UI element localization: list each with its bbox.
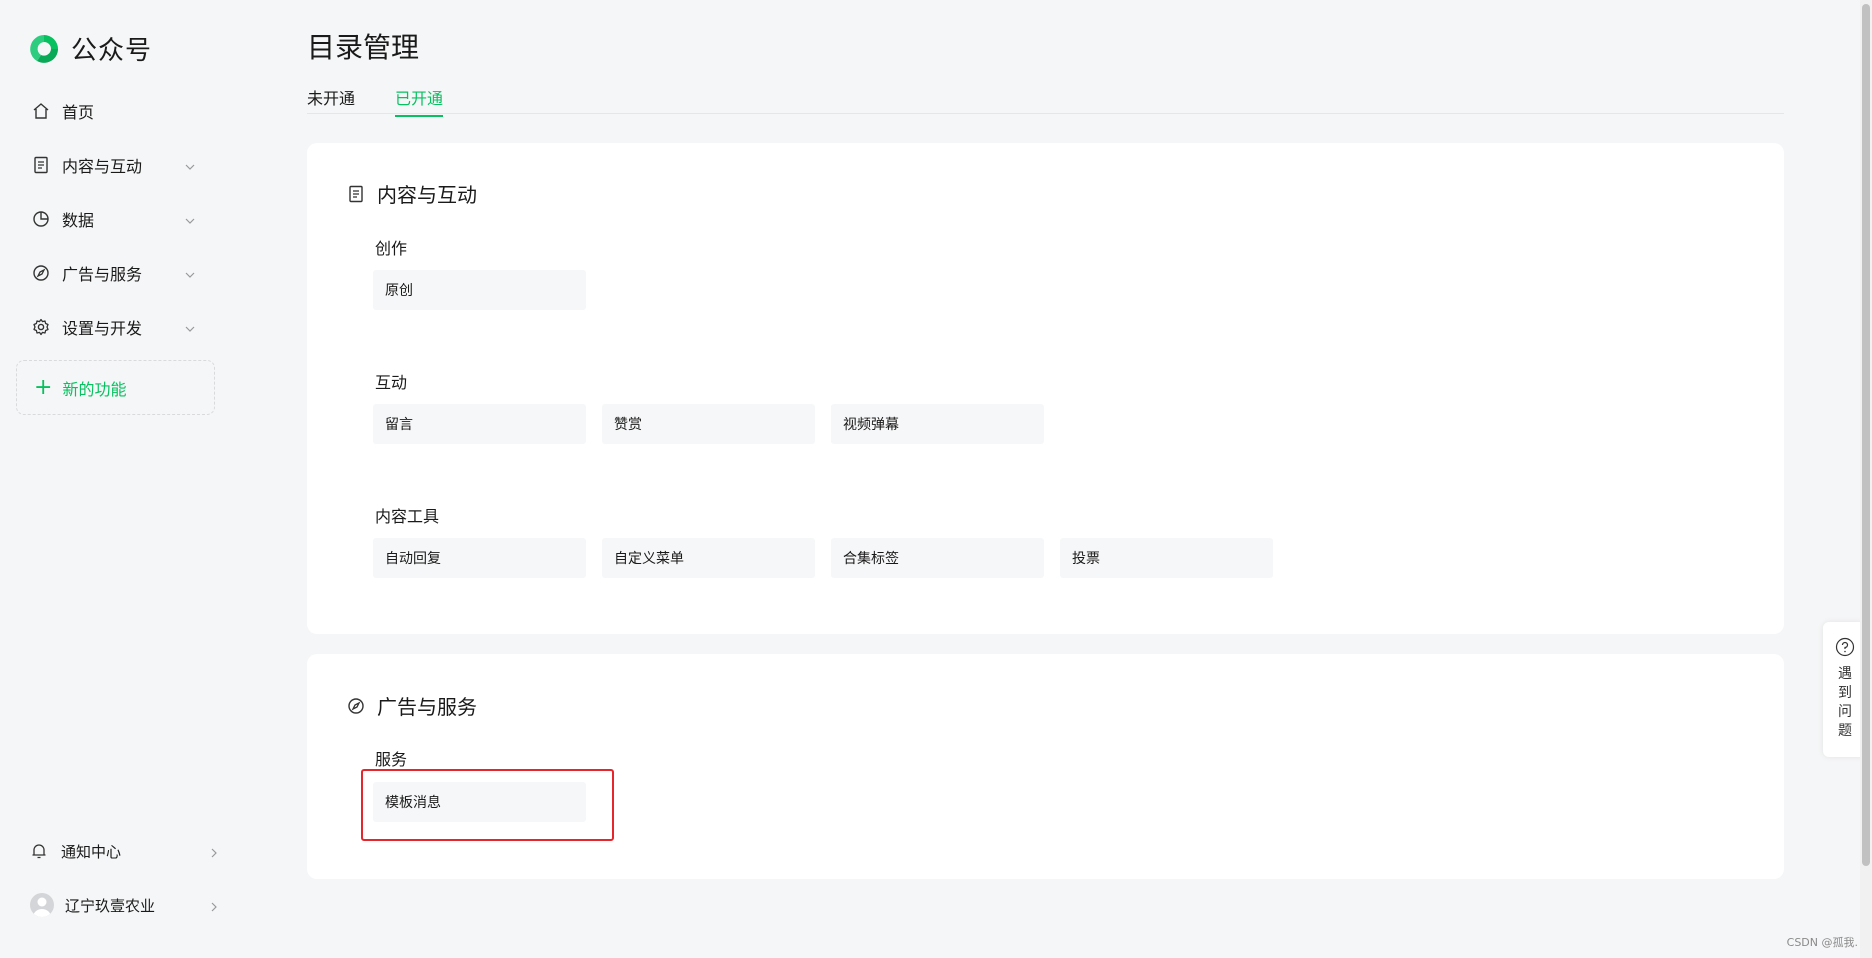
section-title-label: 内容与互动 [377,183,477,207]
chevron-down-icon [184,320,196,332]
feature-original[interactable]: 原创 [373,270,586,310]
app-name: 公众号 [71,36,153,66]
highlight-annotation [361,769,614,841]
chevron-down-icon [184,158,196,170]
document-icon [32,156,50,174]
sidebar-item-settings[interactable]: 设置与开发 [16,300,216,354]
chevron-right-icon [208,845,220,858]
group-title: 服务 [375,750,408,769]
chevron-down-icon [184,212,196,224]
feature-auto-reply[interactable]: 自动回复 [373,538,586,578]
feature-collection-tags[interactable]: 合集标签 [831,538,1044,578]
notification-center-label: 通知中心 [61,842,122,861]
sidebar-item-content[interactable]: 内容与互动 [16,138,216,192]
sidebar-item-data[interactable]: 数据 [16,192,216,246]
section-title: 广告与服务 [347,691,477,720]
notification-center-link[interactable]: 通知中心 [16,831,230,871]
feature-custom-menu[interactable]: 自定义菜单 [602,538,815,578]
feature-rewards[interactable]: 赞赏 [602,404,815,444]
gear-icon [32,318,50,336]
compass-icon [347,697,365,715]
account-name: 辽宁玖壹农业 [65,896,156,915]
scrollbar-thumb[interactable] [1862,4,1870,866]
page-title: 目录管理 [307,31,420,64]
watermark: CSDN @孤我. [1786,936,1858,949]
chevron-down-icon [184,266,196,278]
sidebar-item-label: 内容与互动 [62,157,143,176]
new-feature-label: 新的功能 [62,379,127,399]
sidebar-item-ads-services[interactable]: 广告与服务 [16,246,216,300]
section-card-ads-services: 广告与服务 服务 模板消息 [307,654,1784,879]
group-title: 互动 [375,373,408,392]
wechat-official-logo-icon [27,32,61,66]
scrollbar[interactable] [1860,0,1872,958]
document-icon [347,185,365,203]
pie-chart-icon [32,210,50,228]
bell-icon [30,842,48,860]
compass-icon [32,264,50,282]
sidebar-item-label: 设置与开发 [62,319,143,338]
group-title: 创作 [375,239,408,258]
section-title: 内容与互动 [347,179,477,208]
sidebar-item-label: 数据 [62,211,95,230]
section-title-label: 广告与服务 [377,695,477,719]
account-link[interactable]: 辽宁玖壹农业 [16,885,230,925]
section-card-content: 内容与互动 创作 原创 互动 留言 赞赏 视频弹幕 内容工具 自动回复 自定义菜… [307,143,1784,634]
avatar [30,893,54,917]
app-logo[interactable]: 公众号 [27,30,152,67]
tab-not-enabled[interactable]: 未开通 [307,85,355,115]
chevron-right-icon [208,899,220,912]
sidebar-item-label: 首页 [62,103,95,122]
new-feature-button[interactable]: + 新的功能 [16,360,215,415]
tab-bar: 未开通 已开通 [307,83,1784,117]
sidebar-item-label: 广告与服务 [62,265,143,284]
group-title: 内容工具 [375,507,440,526]
feature-comments[interactable]: 留言 [373,404,586,444]
sidebar-nav: 首页 内容与互动 数据 广告与服务 设置与开发 [16,84,216,354]
sidebar: 公众号 首页 内容与互动 数据 广告与服务 设置与开发 + 新的功能 通知中心 … [0,0,235,958]
question-icon [1835,637,1855,661]
sidebar-item-home[interactable]: 首页 [16,84,216,138]
feature-video-danmaku[interactable]: 视频弹幕 [831,404,1044,444]
feature-voting[interactable]: 投票 [1060,538,1273,578]
tab-enabled[interactable]: 已开通 [395,85,444,117]
plus-icon: + [34,374,53,400]
help-label: 遇到问题 [1838,666,1852,739]
home-icon [32,102,50,120]
